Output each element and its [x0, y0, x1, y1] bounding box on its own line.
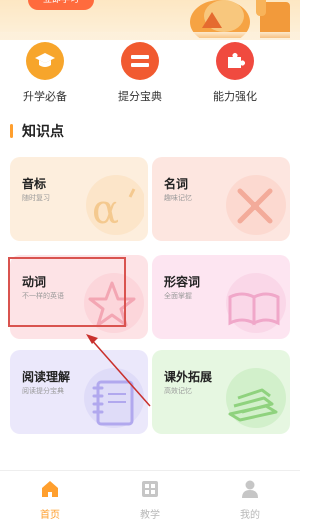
quick-entry-nengli[interactable]: 能力强化: [200, 42, 270, 104]
star-icon: [84, 273, 144, 333]
book-icon: [226, 273, 286, 333]
card-subtitle: 高效记忆: [164, 387, 192, 395]
quick-entry-label: 能力强化: [213, 90, 257, 103]
quick-entry-tifen[interactable]: 提分宝典: [105, 42, 175, 104]
pointer-arrow-icon: [86, 334, 151, 407]
graduation-cap-icon: [26, 42, 64, 80]
tab-label: 首页: [40, 510, 60, 520]
section-title: 知识点: [22, 124, 64, 140]
top-banner[interactable]: 立即学习: [0, 0, 300, 40]
svg-text:α: α: [92, 187, 119, 233]
user-icon: [242, 480, 258, 498]
card-title: 形容词: [164, 275, 201, 289]
card-dongci[interactable]: 动词 不一样的英语: [10, 255, 148, 339]
section-header: 知识点: [10, 121, 64, 141]
card-kewaituozhan[interactable]: 课外拓展 高效记忆: [152, 350, 290, 434]
tab-label: 教学: [140, 510, 160, 520]
banner-fade: [0, 32, 300, 40]
card-subtitle: 阅读提分宝典: [22, 387, 64, 395]
card-xingrongci[interactable]: 形容词 全面掌握: [152, 255, 290, 339]
alpha-icon: α: [86, 175, 144, 235]
card-title: 名词: [164, 177, 189, 191]
tab-mine[interactable]: 我的: [220, 479, 280, 520]
tab-label: 我的: [240, 510, 260, 520]
quick-entry-shengxue[interactable]: 升学必备: [10, 42, 80, 104]
banner-pill-button[interactable]: 立即学习: [28, 0, 94, 10]
card-title: 阅读理解: [22, 370, 71, 384]
card-yinbiao[interactable]: 音标 随时复习 α: [10, 157, 148, 241]
card-subtitle: 不一样的英语: [22, 292, 64, 300]
puzzle-icon: [216, 42, 254, 80]
books-icon: [226, 368, 286, 428]
card-title: 动词: [22, 275, 47, 289]
equals-icon: [121, 42, 159, 80]
section-accent-bar: [10, 124, 13, 138]
quick-entry-label: 升学必备: [23, 90, 67, 103]
quick-entry-label: 提分宝典: [118, 90, 162, 103]
home-icon: [42, 481, 58, 497]
tab-teaching[interactable]: 教学: [120, 479, 180, 520]
cross-icon: [226, 175, 286, 235]
card-subtitle: 趣味记忆: [164, 194, 192, 202]
card-subtitle: 全面掌握: [164, 292, 192, 300]
card-mingci[interactable]: 名词 趣味记忆: [152, 157, 290, 241]
bottom-tabbar: 首页 教学 我的: [0, 470, 300, 520]
grid-icon: [142, 481, 158, 497]
quick-entries: 升学必备 提分宝典 能力强化: [0, 42, 300, 104]
card-subtitle: 随时复习: [22, 194, 50, 202]
tab-home[interactable]: 首页: [20, 479, 80, 520]
card-title: 课外拓展: [164, 370, 213, 384]
card-title: 音标: [22, 177, 47, 191]
